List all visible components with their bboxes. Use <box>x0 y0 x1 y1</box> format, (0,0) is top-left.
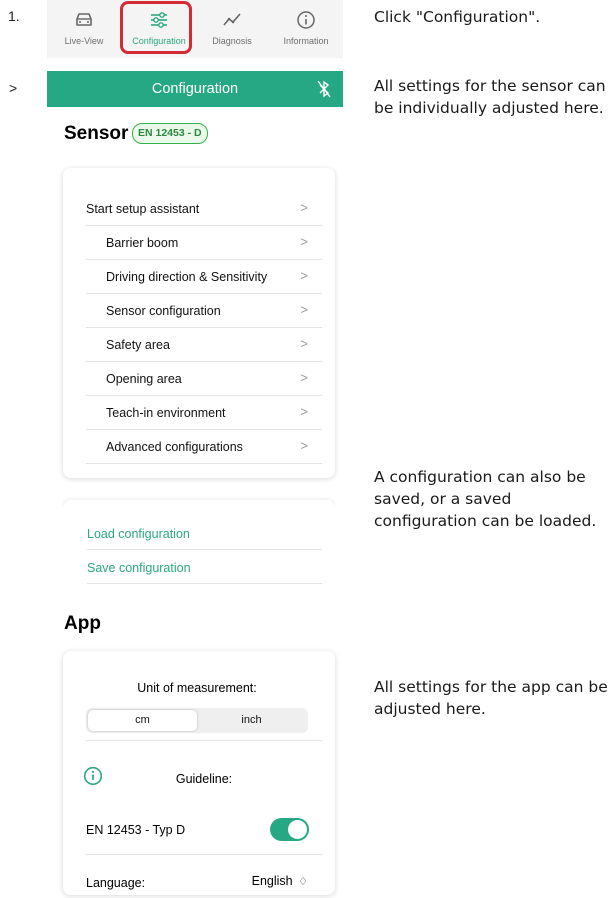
menu-item-teach-in[interactable]: Teach-in environment > <box>86 396 322 430</box>
tab-label: Diagnosis <box>212 36 252 46</box>
chart-line-icon <box>223 13 241 26</box>
menu-item-label: Opening area <box>106 372 182 386</box>
tab-label: Information <box>283 36 329 46</box>
menu-item-setup-assistant[interactable]: Start setup assistant > <box>86 192 322 226</box>
menu-item-advanced[interactable]: Advanced configurations > <box>86 430 322 464</box>
instruction-note-1: Click "Configuration". <box>374 8 541 26</box>
configuration-file-card-clip: Load configuration Save configuration <box>63 490 335 595</box>
info-icon <box>297 11 315 29</box>
step-number-1: 1. <box>8 8 20 24</box>
chevron-right-icon: > <box>300 302 308 317</box>
chevron-right-icon: > <box>300 234 308 249</box>
toggle-knob <box>288 820 307 839</box>
menu-item-label: Barrier boom <box>106 236 179 250</box>
unit-option-inch[interactable]: inch <box>197 710 306 731</box>
save-configuration-link[interactable]: Save configuration <box>87 550 322 584</box>
up-down-arrows-icon: ♢ <box>298 876 308 888</box>
sensor-menu-card: Start setup assistant > Barrier boom > D… <box>63 168 335 478</box>
menu-item-label: Teach-in environment <box>106 406 226 420</box>
tab-label: Live-View <box>64 36 104 46</box>
step-marker-2: > <box>9 80 18 96</box>
configuration-highlight-frame <box>120 1 192 54</box>
unit-of-measurement-label: Unit of measurement: <box>137 681 257 695</box>
language-label: Language: <box>86 876 146 890</box>
menu-item-driving-direction[interactable]: Driving direction & Sensitivity > <box>86 260 322 294</box>
menu-item-label: Start setup assistant <box>86 202 200 216</box>
menu-item-safety-area[interactable]: Safety area > <box>86 328 322 362</box>
guideline-badge: EN 12453 - D <box>132 123 208 144</box>
menu-item-label: Sensor configuration <box>106 304 221 318</box>
load-configuration-link[interactable]: Load configuration <box>87 516 322 550</box>
tab-information[interactable]: Information <box>269 6 343 52</box>
guideline-label: Guideline: <box>175 772 233 786</box>
instruction-note-3: A configuration can also be saved, or a … <box>374 468 597 530</box>
tab-diagnosis[interactable]: Diagnosis <box>195 6 269 52</box>
chevron-right-icon: > <box>300 404 308 419</box>
chevron-right-icon: > <box>300 438 308 453</box>
chevron-right-icon: > <box>300 336 308 351</box>
link-label: Save configuration <box>87 561 191 575</box>
language-select[interactable]: English ♢ <box>240 874 308 888</box>
menu-item-sensor-configuration[interactable]: Sensor configuration > <box>86 294 322 328</box>
header-title: Configuration <box>151 81 239 97</box>
menu-item-label: Driving direction & Sensitivity <box>106 270 268 284</box>
guideline-toggle[interactable] <box>270 818 309 841</box>
unit-segmented-control[interactable]: cm inch <box>86 708 308 733</box>
bluetooth-off-icon[interactable] <box>317 79 331 99</box>
instruction-note-2: All settings for the sensor can be indiv… <box>374 77 606 117</box>
app-section-title: App <box>64 613 101 634</box>
tab-bar: Live-View Configuration Diagnosis Inform… <box>47 0 343 58</box>
chevron-right-icon: > <box>300 268 308 283</box>
car-icon <box>76 13 92 26</box>
guideline-value: EN 12453 - Typ D <box>86 823 186 837</box>
chevron-right-icon: > <box>300 370 308 385</box>
configuration-header: Configuration <box>47 71 343 107</box>
menu-item-barrier-boom[interactable]: Barrier boom > <box>86 226 322 260</box>
unit-option-cm[interactable]: cm <box>88 710 197 731</box>
menu-item-label: Advanced configurations <box>106 440 243 454</box>
instruction-note-4: All settings for the app can be adjusted… <box>374 678 608 718</box>
menu-item-opening-area[interactable]: Opening area > <box>86 362 322 396</box>
tab-live-view[interactable]: Live-View <box>47 6 121 52</box>
divider <box>86 740 322 741</box>
divider <box>86 854 322 855</box>
link-label: Load configuration <box>87 527 190 541</box>
sensor-section-title: Sensor <box>64 123 129 144</box>
menu-item-label: Safety area <box>106 338 170 352</box>
configuration-file-card: Load configuration Save configuration <box>63 500 335 595</box>
chevron-right-icon: > <box>300 200 308 215</box>
language-value: English <box>251 874 293 888</box>
